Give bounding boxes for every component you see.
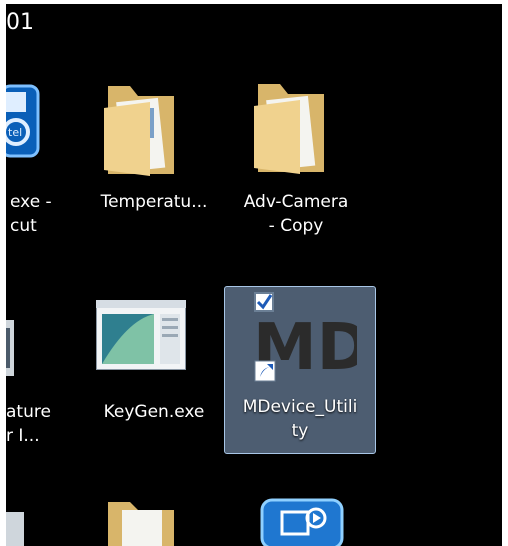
media-app-icon[interactable] bbox=[260, 498, 344, 546]
icon-label-line2: ty bbox=[291, 421, 309, 441]
desktop-icon-temperature-folder[interactable]: Temperatu... bbox=[78, 72, 230, 240]
icon-label-line2: cut bbox=[10, 216, 37, 236]
icon-label-line2: r I... bbox=[6, 426, 40, 446]
desktop-icon-keygen[interactable]: KeyGen.exe bbox=[78, 292, 230, 460]
partial-top-text: 01 bbox=[6, 10, 34, 35]
app-icon bbox=[6, 320, 14, 376]
desktop-icon-temperature-app[interactable]: ature r I... bbox=[6, 292, 88, 460]
icon-label: KeyGen.exe bbox=[103, 402, 205, 422]
folder-icon bbox=[104, 86, 174, 176]
folder-icon bbox=[254, 84, 324, 174]
icon-label: Adv-Camera bbox=[243, 192, 349, 212]
mdevice-utility-icon: MD bbox=[253, 292, 357, 385]
folder-icon[interactable] bbox=[102, 498, 178, 546]
icon-label: Temperatu... bbox=[100, 192, 208, 212]
icon-label: MDevice_Utili bbox=[242, 397, 358, 417]
icon-label: ature bbox=[6, 402, 51, 422]
icon-label-line2: - Copy bbox=[268, 216, 324, 236]
partial-app-icon[interactable] bbox=[6, 508, 28, 546]
icon-label: exe - bbox=[10, 192, 52, 212]
desktop-icon-adv-camera-copy[interactable]: Adv-Camera - Copy bbox=[220, 72, 372, 240]
svg-text:tel: tel bbox=[8, 126, 22, 139]
desktop-icon-mdevice-utility[interactable]: MD MDevice_Utili ty bbox=[224, 286, 376, 454]
desktop: 01 tel exe - cut Temperatu... Adv-Camera… bbox=[6, 4, 502, 546]
application-window-icon bbox=[96, 300, 186, 370]
exe-shortcut-icon: tel bbox=[6, 84, 40, 158]
